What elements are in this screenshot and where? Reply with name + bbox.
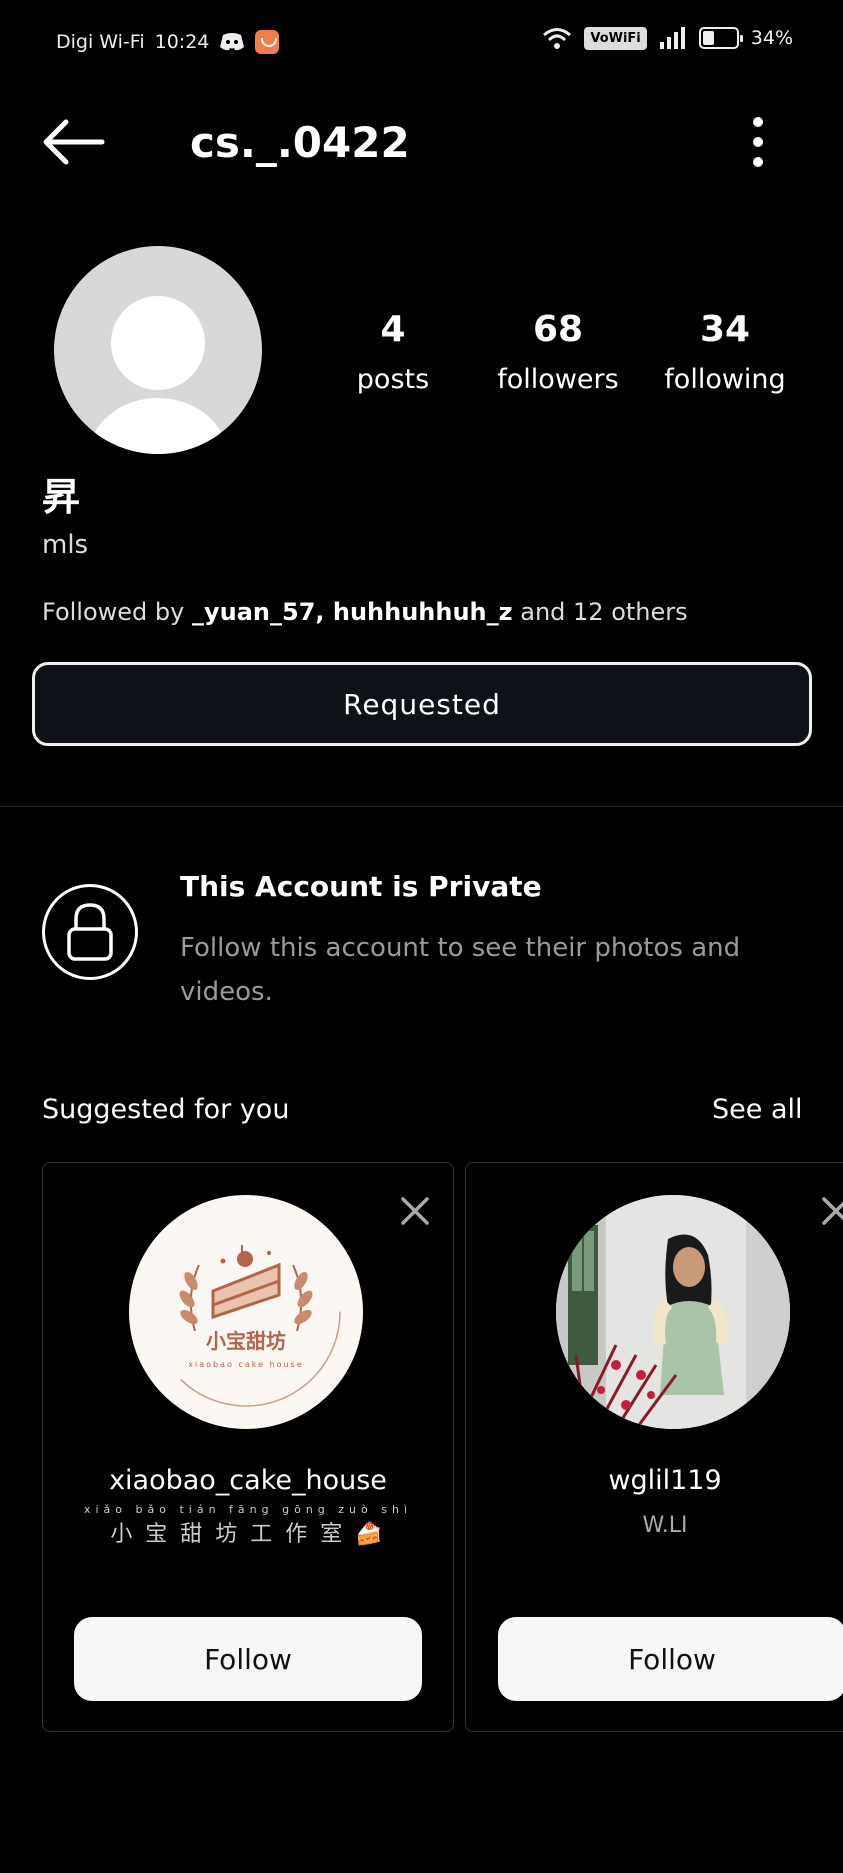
logo-subtext: xiaobao cake house xyxy=(188,1360,303,1369)
followed-by-prefix: Followed by xyxy=(42,598,192,626)
more-vertical-icon xyxy=(753,117,763,167)
battery-level xyxy=(702,31,714,45)
stat-followers[interactable]: 68 followers xyxy=(488,308,628,400)
follow-button[interactable]: Follow xyxy=(498,1617,843,1701)
suggested-card[interactable]: wglil119 W.LI Follow xyxy=(465,1162,843,1732)
close-icon xyxy=(822,1197,843,1225)
profile-name: 昇 xyxy=(42,475,81,519)
profile-bio: mls xyxy=(42,530,89,560)
stat-following[interactable]: 34 following xyxy=(655,308,795,400)
see-all-link[interactable]: See all xyxy=(712,1094,803,1125)
more-options-button[interactable] xyxy=(738,112,778,172)
suggested-username[interactable]: xiaobao_cake_house xyxy=(43,1465,453,1496)
followed-by-suffix: and 12 others xyxy=(512,598,688,626)
suggested-card[interactable]: 小宝甜坊 xiaobao cake house xiaobao_cake_hou… xyxy=(42,1162,454,1732)
cake-logo-icon: 小宝甜坊 xiaobao cake house xyxy=(151,1217,341,1407)
fullname-text: 小 宝 甜 坊 工 作 室 🍰 xyxy=(110,1522,386,1547)
battery-percent: 34% xyxy=(750,27,793,49)
lock-icon xyxy=(67,903,113,961)
profile-avatar[interactable] xyxy=(54,246,262,454)
notification-app-icon xyxy=(255,30,280,54)
section-divider xyxy=(0,806,843,807)
vowifi-badge: VoWiFi xyxy=(584,26,647,50)
follow-button[interactable]: Follow xyxy=(74,1617,422,1701)
logo-text: 小宝甜坊 xyxy=(206,1329,286,1353)
suggested-avatar[interactable] xyxy=(556,1195,790,1429)
user-photo-image xyxy=(556,1195,790,1429)
requested-button[interactable]: Requested xyxy=(32,662,812,746)
stat-posts[interactable]: 4 posts xyxy=(323,308,463,400)
back-arrow-icon xyxy=(43,119,105,165)
private-account-title: This Account is Private xyxy=(180,870,542,903)
pinyin-text: xiǎo bǎo tián fāng gōng zuò shì xyxy=(83,1503,413,1516)
private-lock-badge xyxy=(42,884,138,980)
dismiss-button[interactable] xyxy=(816,1191,843,1231)
page-title: cs._.0422 xyxy=(190,118,410,167)
status-left: Digi Wi-Fi 10:24 xyxy=(56,30,280,54)
dismiss-button[interactable] xyxy=(395,1191,435,1231)
stat-value: 68 xyxy=(532,309,584,350)
stat-label: posts xyxy=(356,364,430,395)
suggested-fullname: W.LI xyxy=(642,1513,688,1538)
suggested-username[interactable]: wglil119 xyxy=(466,1465,843,1496)
discord-icon xyxy=(220,33,245,51)
signal-icon xyxy=(659,27,685,49)
back-button[interactable] xyxy=(42,118,106,166)
stat-value: 4 xyxy=(380,309,406,350)
battery-icon xyxy=(698,27,743,49)
stat-label: followers xyxy=(497,364,619,395)
clock: 10:24 xyxy=(154,31,210,53)
avatar-body-shape xyxy=(88,398,228,454)
suggested-avatar[interactable]: 小宝甜坊 xiaobao cake house xyxy=(129,1195,363,1429)
status-right: VoWiFi 34% xyxy=(542,26,793,50)
wifi-icon xyxy=(543,28,572,49)
profile-header: cs._.0422 xyxy=(0,100,843,190)
avatar-head-shape xyxy=(111,296,205,390)
suggested-heading: Suggested for you xyxy=(42,1094,290,1125)
private-account-text: Follow this account to see their photos … xyxy=(180,933,741,1007)
carrier-label: Digi Wi-Fi xyxy=(56,31,145,53)
followed-by-users[interactable]: _yuan_57, huhhuhhuh_z xyxy=(192,598,513,626)
followed-by-text[interactable]: Followed by _yuan_57, huhhuhhuh_z and 12… xyxy=(42,598,688,626)
stat-value: 34 xyxy=(699,309,751,350)
close-icon xyxy=(401,1197,429,1225)
status-bar: Digi Wi-Fi 10:24 VoWiFi 34% xyxy=(0,0,843,86)
suggested-fullname: xiǎo bǎo tián fāng gōng zuò shì 小 宝 甜 坊 … xyxy=(43,1503,453,1548)
stat-label: following xyxy=(664,364,786,395)
